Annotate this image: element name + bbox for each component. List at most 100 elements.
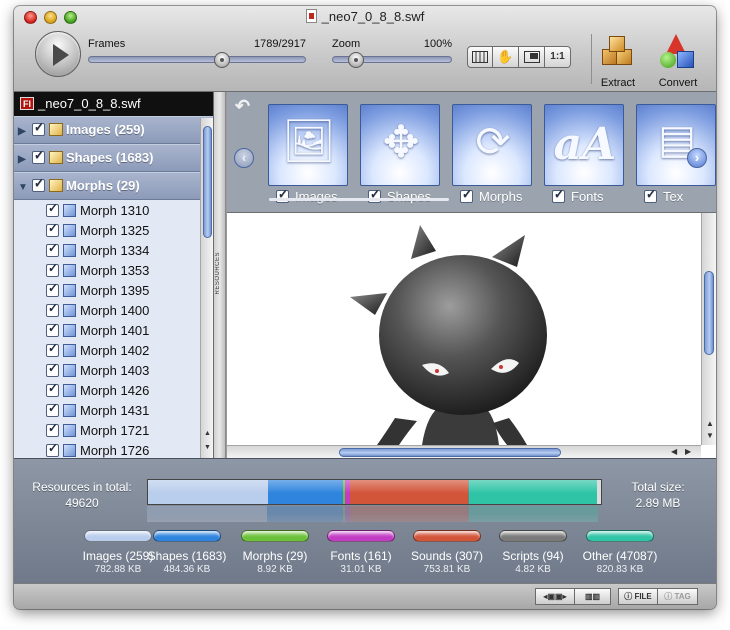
size-distribution-bar xyxy=(147,479,602,505)
back-arrow-icon[interactable]: ↶ xyxy=(235,96,250,117)
morphs-checkbox[interactable] xyxy=(460,187,473,203)
tree-item-checkbox[interactable] xyxy=(46,421,59,437)
status-bar: ◂▣▣▸ ▥▥ ⓘ FILE ⓘ TAG xyxy=(14,583,716,609)
shapes-checkbox[interactable] xyxy=(368,187,381,203)
tree-item[interactable]: Morph 1334 xyxy=(14,240,213,260)
resource-tile[interactable]: ▤ xyxy=(636,104,716,186)
images-icon: 🖼 xyxy=(282,117,336,164)
strip-scroll-left-button[interactable]: ‹ xyxy=(234,148,254,168)
scroll-right-arrow-icon[interactable]: ▶ xyxy=(685,447,691,456)
preview-stage[interactable]: ▲ ▼ ◀ ▶ xyxy=(227,212,716,458)
resource-tile[interactable]: aA xyxy=(544,104,624,186)
tree-item-checkbox[interactable] xyxy=(46,261,59,277)
extract-button[interactable]: Extract xyxy=(592,34,644,89)
play-button[interactable] xyxy=(35,31,81,77)
tree-item-checkbox[interactable] xyxy=(46,301,59,317)
tree-item-checkbox[interactable] xyxy=(46,341,59,357)
resource-tile[interactable]: ⟳ xyxy=(452,104,532,186)
tree-scrollbar[interactable]: ▲ ▼ xyxy=(200,118,213,458)
size-segment-sounds xyxy=(350,480,468,504)
total-size-label: Total size: xyxy=(631,480,685,494)
images-group-checkbox[interactable] xyxy=(32,120,45,136)
resource-tile[interactable]: ✥ xyxy=(360,104,440,186)
fonts-checkbox[interactable] xyxy=(552,187,565,203)
tree-item[interactable]: Morph 1431 xyxy=(14,400,213,420)
stage-vertical-scrollbar[interactable]: ▲ ▼ xyxy=(701,213,716,445)
tree-item[interactable]: Morph 1402 xyxy=(14,340,213,360)
size-reflection-segment-sounds xyxy=(349,506,469,522)
tree-item[interactable]: Morph 1726 xyxy=(14,440,213,458)
hand-tool-button[interactable]: ✋ xyxy=(493,46,519,68)
shapes-group-checkbox[interactable] xyxy=(32,148,45,164)
tree-item[interactable]: Morph 1426 xyxy=(14,380,213,400)
grid-view-button[interactable] xyxy=(467,46,493,68)
disclosure-down-icon[interactable]: ▼ xyxy=(18,182,28,193)
tree-item[interactable]: Morph 1310 xyxy=(14,200,213,220)
tree-group-shapes[interactable]: ▶ Shapes (1683) xyxy=(14,144,213,172)
tree-item-checkbox[interactable] xyxy=(46,221,59,237)
window-title-bar: _neo7_0_8_8.swf xyxy=(14,9,716,24)
disclosure-right-icon[interactable]: ▶ xyxy=(18,154,28,165)
resource-type-images[interactable]: 🖼 Images xyxy=(268,104,350,204)
tree-item-checkbox[interactable] xyxy=(46,441,59,457)
toolbar: _neo7_0_8_8.swf Frames 1789/2917 Zoom 10… xyxy=(14,6,716,92)
resource-tile[interactable]: 🖼 xyxy=(268,104,348,186)
scroll-down-arrow-icon[interactable]: ▼ xyxy=(203,444,212,451)
zoom-value: 100% xyxy=(423,38,452,50)
frames-slider-knob[interactable] xyxy=(213,52,230,68)
scroll-up-arrow-icon[interactable]: ▲ xyxy=(706,419,714,428)
resource-type-morphs[interactable]: ⟳ Morphs xyxy=(452,104,534,204)
tree-item-checkbox[interactable] xyxy=(46,361,59,377)
tree-item-checkbox[interactable] xyxy=(46,381,59,397)
fit-view-button[interactable] xyxy=(519,46,545,68)
tree-item-checkbox[interactable] xyxy=(46,401,59,417)
legend-swatch xyxy=(241,530,309,542)
tree-item[interactable]: Morph 1395 xyxy=(14,280,213,300)
legend-item: Scripts (94) 4.82 KB xyxy=(488,530,578,575)
strip-scroll-indicator[interactable] xyxy=(269,198,449,201)
tree-item-checkbox[interactable] xyxy=(46,321,59,337)
stage-hscroll-thumb[interactable] xyxy=(339,448,561,457)
actual-size-button[interactable]: 1:1 xyxy=(545,46,571,68)
tree-item-checkbox[interactable] xyxy=(46,281,59,297)
tree-item-checkbox[interactable] xyxy=(46,241,59,257)
resource-type-shapes[interactable]: ✥ Shapes xyxy=(360,104,442,204)
images-checkbox[interactable] xyxy=(276,187,289,203)
tree-group-label: Morphs (29) xyxy=(66,178,140,193)
list-layout-button[interactable]: ▥▥ xyxy=(575,588,611,605)
stage-vscroll-thumb[interactable] xyxy=(704,271,714,355)
strip-scroll-right-button[interactable]: › xyxy=(687,148,707,168)
resource-label: Morphs xyxy=(479,189,523,204)
resources-splitter[interactable]: RESOURCES xyxy=(214,92,226,458)
tree-file-header[interactable]: Fl _neo7_0_8_8.swf xyxy=(14,92,213,116)
scroll-down-arrow-icon[interactable]: ▼ xyxy=(706,431,714,440)
morphs-group-checkbox[interactable] xyxy=(32,176,45,192)
tree-item[interactable]: Morph 1403 xyxy=(14,360,213,380)
convert-button[interactable]: Convert xyxy=(652,34,704,89)
layout-toggle-group: ◂▣▣▸ ▥▥ xyxy=(535,588,611,605)
stage-horizontal-scrollbar[interactable]: ◀ ▶ xyxy=(227,445,701,458)
tree-scroll-thumb[interactable] xyxy=(203,126,212,238)
tree-item[interactable]: Morph 1400 xyxy=(14,300,213,320)
tree-item[interactable]: Morph 1353 xyxy=(14,260,213,280)
tree-item-checkbox[interactable] xyxy=(46,201,59,217)
zoom-slider-knob[interactable] xyxy=(348,52,364,68)
tree-item[interactable]: Morph 1325 xyxy=(14,220,213,240)
scroll-up-arrow-icon[interactable]: ▲ xyxy=(203,430,212,437)
tree-group-morphs[interactable]: ▼ Morphs (29) xyxy=(14,172,213,200)
tree-item[interactable]: Morph 1401 xyxy=(14,320,213,340)
tree-group-images[interactable]: ▶ Images (259) xyxy=(14,116,213,144)
scroll-left-arrow-icon[interactable]: ◀ xyxy=(671,447,677,456)
convert-label: Convert xyxy=(658,77,698,89)
tag-info-button[interactable]: ⓘ TAG xyxy=(658,588,698,605)
morph-item-icon xyxy=(63,384,76,397)
split-layout-button[interactable]: ◂▣▣▸ xyxy=(535,588,575,605)
disclosure-right-icon[interactable]: ▶ xyxy=(18,126,28,137)
legend-size: 8.92 KB xyxy=(257,564,293,575)
frames-slider-track[interactable] xyxy=(88,56,306,63)
tree-item[interactable]: Morph 1721 xyxy=(14,420,213,440)
resource-type-fonts[interactable]: aA Fonts xyxy=(544,104,626,204)
resources-total-value: 49620 xyxy=(65,496,99,510)
text-checkbox[interactable] xyxy=(644,187,657,203)
file-info-button[interactable]: ⓘ FILE xyxy=(618,588,658,605)
